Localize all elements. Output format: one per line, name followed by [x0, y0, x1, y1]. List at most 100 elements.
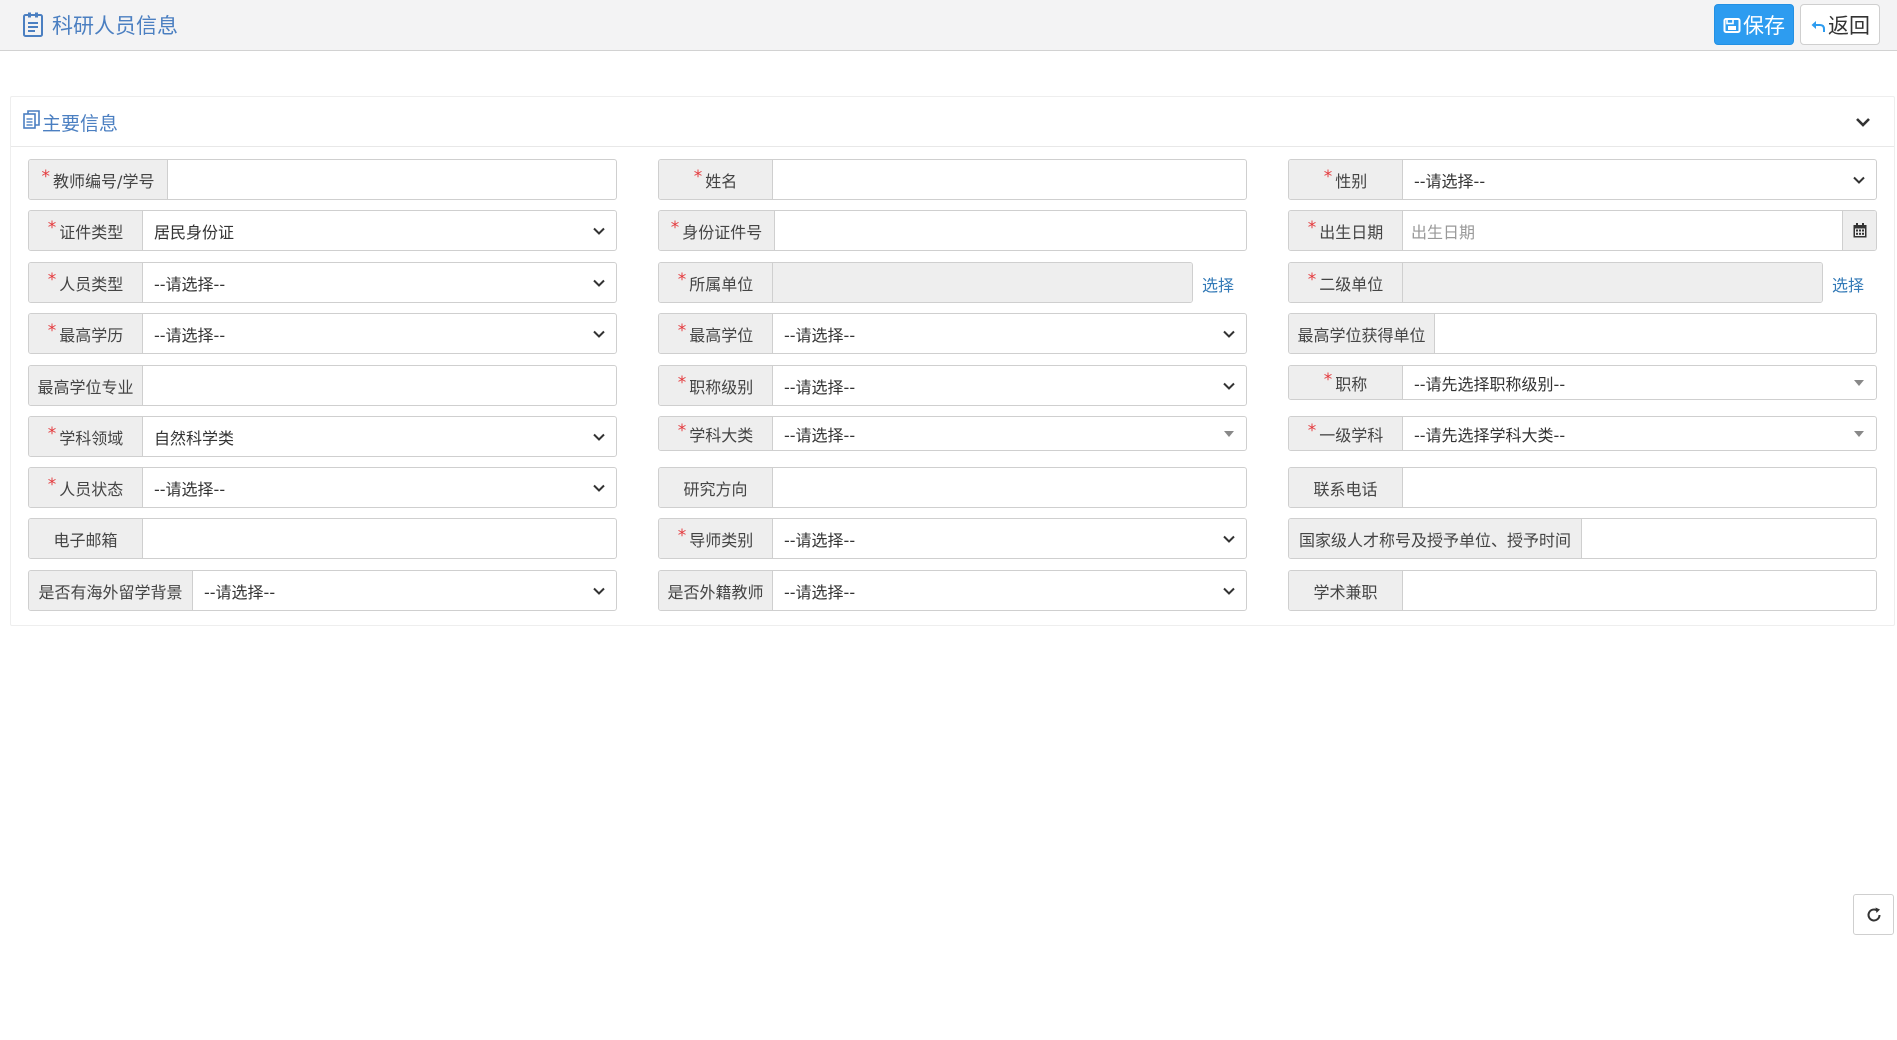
subject-area-field: * 学科领域 自然科学类 [28, 416, 617, 457]
field-label: 最高学位获得单位 [1289, 314, 1435, 353]
page-title: 科研人员信息 [52, 14, 178, 38]
required-mark: * [1307, 217, 1317, 238]
field-label: * 职称 [1289, 366, 1403, 399]
required-mark: * [1307, 420, 1317, 441]
field-label: * 二级单位 [1289, 263, 1403, 302]
title-level-field: * 职称级别 --请选择-- [658, 365, 1247, 406]
title-level-select[interactable]: --请选择-- [773, 366, 1246, 405]
back-button[interactable]: 返回 [1800, 4, 1880, 45]
select-sub-unit-link[interactable]: 选择 [1832, 272, 1864, 296]
required-mark: * [47, 269, 57, 290]
document-list-icon [22, 12, 44, 38]
discipline-category-select[interactable]: --请选择-- [773, 417, 1246, 450]
birth-date-input[interactable]: 出生日期 [1403, 211, 1842, 250]
field-label: 电子邮箱 [29, 519, 143, 558]
degree-org-input[interactable] [1435, 314, 1876, 353]
copy-documents-icon [23, 110, 40, 134]
field-label: * 学科领域 [29, 417, 143, 456]
academic-position-input[interactable] [1403, 571, 1876, 610]
chevron-down-icon [593, 227, 605, 235]
field-label: * 最高学位 [659, 314, 773, 353]
chevron-down-icon [1223, 587, 1235, 595]
select-unit-link[interactable]: 选择 [1202, 272, 1234, 296]
caret-down-icon [1224, 431, 1234, 437]
field-label: 是否有海外留学背景 [29, 571, 193, 610]
phone-field: 联系电话 [1288, 467, 1877, 508]
panel-title: 主要信息 [42, 112, 119, 135]
foreign-teacher-field: 是否外籍教师 --请选择-- [658, 570, 1247, 611]
chevron-down-icon [1853, 176, 1865, 184]
degree-major-input[interactable] [143, 366, 616, 405]
required-mark: * [677, 320, 687, 341]
back-button-label: 返回 [1828, 13, 1870, 38]
refresh-button[interactable] [1853, 894, 1894, 935]
field-label: * 一级学科 [1289, 417, 1403, 450]
email-field: 电子邮箱 [28, 518, 617, 559]
panel-header: 主要信息 [11, 97, 1894, 147]
talent-title-input[interactable] [1582, 519, 1876, 558]
degree-org-field: 最高学位获得单位 [1288, 313, 1877, 354]
chevron-down-icon [593, 279, 605, 287]
mentor-type-select[interactable]: --请选择-- [773, 519, 1246, 558]
unit-input [773, 263, 1192, 302]
person-type-select[interactable]: --请选择-- [143, 263, 616, 302]
highest-degree-select[interactable]: --请选择-- [773, 314, 1246, 353]
email-input[interactable] [143, 519, 616, 558]
overseas-background-select[interactable]: --请选择-- [193, 571, 616, 610]
research-direction-input[interactable] [773, 468, 1246, 507]
field-label: * 姓名 [659, 160, 773, 199]
chevron-down-icon [593, 433, 605, 441]
save-button[interactable]: 保存 [1714, 4, 1794, 45]
title-select[interactable]: --请先选择职称级别-- [1403, 366, 1876, 399]
chevron-down-icon [593, 330, 605, 338]
field-label: * 最高学历 [29, 314, 143, 353]
gender-field: * 性别 --请选择-- [1288, 159, 1877, 200]
chevron-down-icon [1223, 535, 1235, 543]
required-mark: * [47, 320, 57, 341]
field-label: * 学科大类 [659, 417, 773, 450]
talent-title-field: 国家级人才称号及授予单位、授予时间 [1288, 518, 1877, 559]
chevron-down-icon[interactable] [1852, 111, 1874, 133]
field-label: 研究方向 [659, 468, 773, 507]
required-mark: * [47, 423, 57, 444]
field-label: * 教师编号/学号 [29, 160, 168, 199]
mentor-type-field: * 导师类别 --请选择-- [658, 518, 1247, 559]
person-status-select[interactable]: --请选择-- [143, 468, 616, 507]
unit-field: * 所属单位 [658, 262, 1193, 303]
caret-down-icon [1854, 380, 1864, 386]
phone-input[interactable] [1403, 468, 1876, 507]
required-mark: * [1323, 166, 1333, 187]
field-label: * 职称级别 [659, 366, 773, 405]
required-mark: * [677, 525, 687, 546]
gender-select[interactable]: --请选择-- [1403, 160, 1876, 199]
teacher-id-field: * 教师编号/学号 [28, 159, 617, 200]
first-level-discipline-field: * 一级学科 --请先选择学科大类-- [1288, 416, 1877, 451]
subject-area-select[interactable]: 自然科学类 [143, 417, 616, 456]
discipline-category-field: * 学科大类 --请选择-- [658, 416, 1247, 451]
panel-title-wrap: 主要信息 [23, 107, 118, 137]
calendar-icon[interactable] [1842, 211, 1876, 250]
birth-date-field: * 出生日期 出生日期 [1288, 210, 1877, 251]
foreign-teacher-select[interactable]: --请选择-- [773, 571, 1246, 610]
field-label: * 出生日期 [1289, 211, 1403, 250]
person-status-field: * 人员状态 --请选择-- [28, 467, 617, 508]
caret-down-icon [1854, 431, 1864, 437]
id-number-input[interactable] [775, 211, 1246, 250]
save-button-label: 保存 [1743, 13, 1785, 38]
highest-education-select[interactable]: --请选择-- [143, 314, 616, 353]
sub-unit-input [1403, 263, 1822, 302]
overseas-background-field: 是否有海外留学背景 --请选择-- [28, 570, 617, 611]
field-label: 国家级人才称号及授予单位、授予时间 [1289, 519, 1582, 558]
field-label: 学术兼职 [1289, 571, 1403, 610]
id-type-select[interactable]: 居民身份证 [143, 211, 616, 250]
first-level-discipline-select[interactable]: --请先选择学科大类-- [1403, 417, 1876, 450]
highest-degree-field: * 最高学位 --请选择-- [658, 313, 1247, 354]
chevron-down-icon [593, 484, 605, 492]
required-mark: * [41, 166, 51, 187]
required-mark: * [670, 217, 680, 238]
teacher-id-input[interactable] [168, 160, 616, 199]
required-mark: * [47, 474, 57, 495]
name-input[interactable] [773, 160, 1246, 199]
required-mark: * [693, 166, 703, 187]
field-label: 是否外籍教师 [659, 571, 773, 610]
